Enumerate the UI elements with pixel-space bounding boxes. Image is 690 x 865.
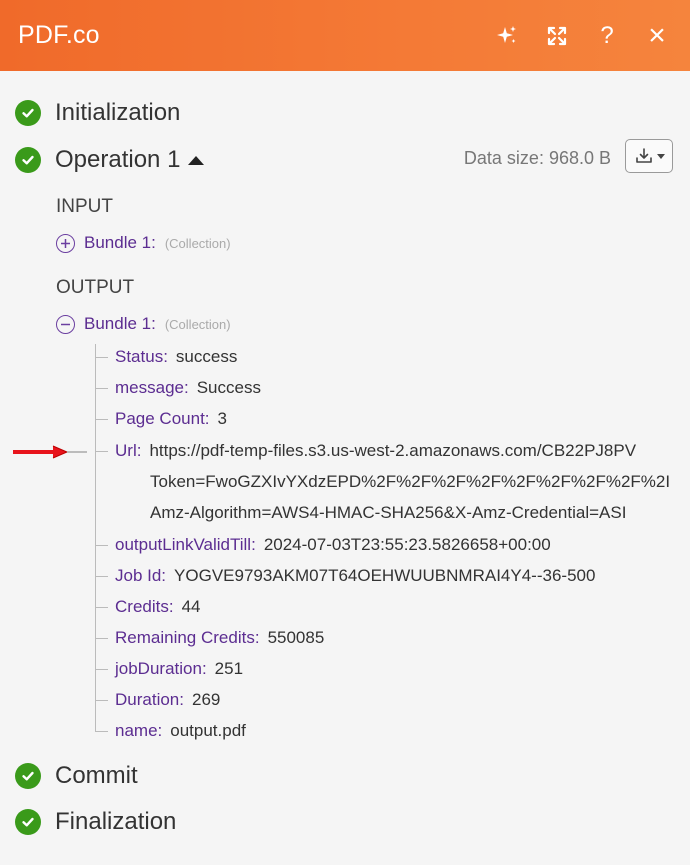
output-field-status[interactable]: Status: success: [95, 345, 237, 369]
field-key: Url:: [115, 441, 142, 460]
check-icon: [15, 809, 41, 835]
output-field-output-link-valid-till[interactable]: outputLinkValidTill: 2024-07-03T23:55:23…: [95, 533, 551, 557]
field-value: 550085: [267, 628, 325, 647]
field-key: Job Id:: [115, 566, 167, 585]
field-value: output.pdf: [170, 721, 246, 740]
output-field-name[interactable]: name: output.pdf: [95, 719, 246, 743]
bundle-label: Bundle 1:: [84, 233, 156, 252]
url-continuation-1: Token=FwoGZXIvYXdzEPD%2F%2F%2F%2F%2F%2F%…: [150, 470, 675, 494]
field-value: Success: [196, 378, 261, 397]
output-field-duration[interactable]: Duration: 269: [95, 688, 220, 712]
field-value: 44: [181, 597, 201, 616]
annotation-arrow-icon: [13, 445, 87, 459]
field-value: 3: [217, 409, 227, 428]
field-value: https://pdf-temp-files.s3.us-west-2.amaz…: [149, 441, 637, 460]
stage-label: Operation 1: [55, 146, 181, 173]
output-field-job-id[interactable]: Job Id: YOGVE9793AKM07T64OEHWUUBNMRAI4Y4…: [95, 564, 595, 588]
close-glyph: ×: [648, 18, 666, 52]
field-value: 269: [191, 690, 221, 709]
output-section-label: OUTPUT: [56, 277, 135, 298]
dropdown-caret-icon: [656, 153, 665, 159]
bundle-type: (Collection): [164, 235, 231, 251]
output-bundle[interactable]: Bundle 1: (Collection): [56, 314, 231, 334]
check-icon: [15, 100, 41, 126]
stage-label: Commit: [55, 762, 138, 789]
collapse-minus-icon[interactable]: [56, 314, 75, 334]
stage-commit[interactable]: Commit: [15, 762, 138, 790]
input-section-label: INPUT: [56, 196, 113, 217]
check-icon: [15, 763, 41, 789]
help-glyph: ?: [600, 21, 614, 49]
execution-log: Initialization Operation 1 Data size: 96…: [0, 71, 690, 865]
output-field-remaining-credits[interactable]: Remaining Credits: 550085: [95, 626, 324, 650]
input-bundle[interactable]: Bundle 1: (Collection): [56, 233, 231, 253]
data-size: Data size: 968.0 B: [463, 148, 611, 168]
field-key: name:: [115, 721, 163, 740]
stage-finalization[interactable]: Finalization: [15, 808, 176, 836]
expand-plus-icon[interactable]: [56, 233, 75, 253]
stage-label: Initialization: [55, 99, 181, 126]
output-field-credits[interactable]: Credits: 44: [95, 595, 201, 619]
module-header: PDF.co ? ×: [0, 0, 690, 71]
help-icon[interactable]: ?: [594, 21, 620, 49]
module-title: PDF.co: [18, 21, 100, 49]
field-value: YOGVE9793AKM07T64OEHWUUBNMRAI4Y4--36-500: [174, 566, 596, 585]
output-field-page-count[interactable]: Page Count: 3: [95, 407, 227, 431]
header-actions: ? ×: [494, 0, 670, 71]
field-key: Credits:: [115, 597, 174, 616]
field-value: success: [175, 347, 238, 366]
collapse-caret-icon[interactable]: [188, 155, 205, 165]
sparkle-icon[interactable]: [494, 23, 520, 49]
stage-operation[interactable]: Operation 1: [15, 146, 205, 174]
stage-label: Finalization: [55, 808, 177, 835]
output-field-job-duration[interactable]: jobDuration: 251: [95, 657, 243, 681]
expand-icon[interactable]: [544, 23, 570, 49]
field-key: outputLinkValidTill:: [115, 535, 256, 554]
url-continuation-2: Amz-Algorithm=AWS4-HMAC-SHA256&X-Amz-Cre…: [150, 501, 675, 525]
download-button[interactable]: [625, 139, 673, 173]
field-value-continuation: Amz-Algorithm=AWS4-HMAC-SHA256&X-Amz-Cre…: [150, 503, 627, 522]
bundle-type: (Collection): [164, 316, 231, 332]
close-icon[interactable]: ×: [644, 18, 670, 52]
field-value-continuation: Token=FwoGZXIvYXdzEPD%2F%2F%2F%2F%2F%2F%…: [150, 472, 671, 491]
output-field-message[interactable]: message: Success: [95, 376, 261, 400]
field-value: 251: [214, 659, 244, 678]
stage-initialization[interactable]: Initialization: [15, 99, 180, 127]
field-key: Status:: [115, 347, 168, 366]
download-icon: [635, 148, 652, 163]
bundle-label: Bundle 1:: [84, 314, 156, 333]
field-key: jobDuration:: [115, 659, 207, 678]
field-key: Duration:: [115, 690, 184, 709]
field-value: 2024-07-03T23:55:23.5826658+00:00: [263, 535, 551, 554]
field-key: Remaining Credits:: [115, 628, 260, 647]
check-icon: [15, 147, 41, 173]
field-key: message:: [115, 378, 189, 397]
output-field-url[interactable]: Url: https://pdf-temp-files.s3.us-west-2…: [95, 439, 690, 463]
field-key: Page Count:: [115, 409, 210, 428]
